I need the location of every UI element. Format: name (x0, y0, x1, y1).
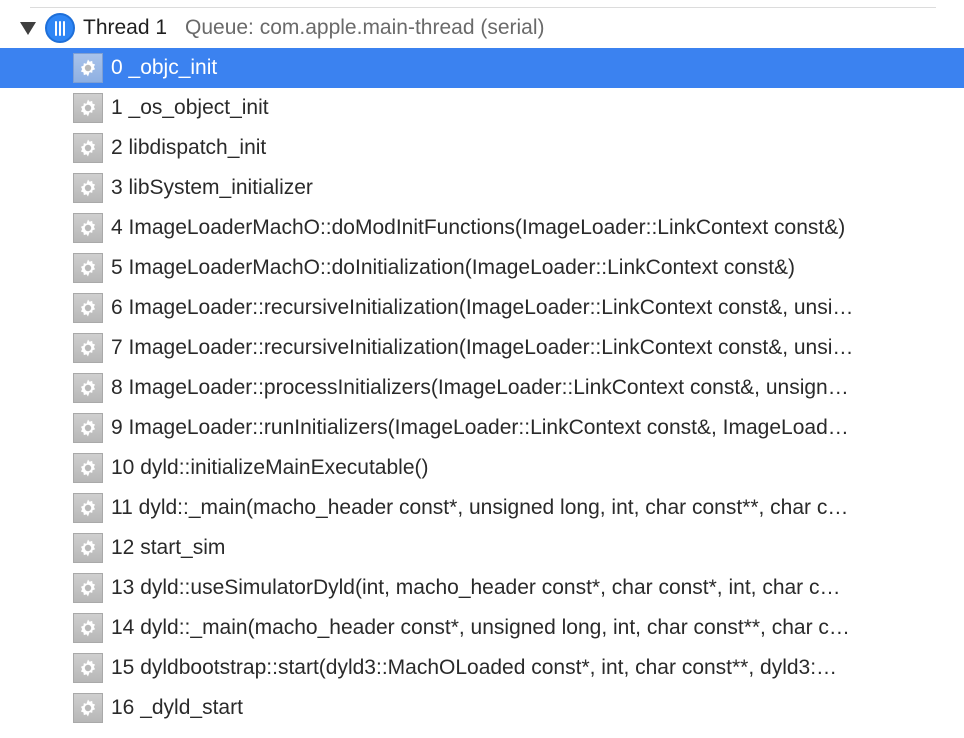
gear-icon (73, 613, 103, 643)
stack-frame-label: 6 ImageLoader::recursiveInitialization(I… (111, 296, 854, 319)
gear-icon (73, 373, 103, 403)
stack-frame-row[interactable]: 10 dyld::initializeMainExecutable() (0, 448, 964, 488)
gear-icon (73, 93, 103, 123)
stack-frame-row[interactable]: 0 _objc_init (0, 48, 964, 88)
stack-frame-label: 12 start_sim (111, 536, 226, 559)
stack-frame-label: 2 libdispatch_init (111, 136, 267, 159)
stack-frame-label: 7 ImageLoader::recursiveInitialization(I… (111, 336, 854, 359)
stack-frame-row[interactable]: 16 _dyld_start (0, 688, 964, 728)
gear-icon (73, 493, 103, 523)
stack-frame-label: 1 _os_object_init (111, 96, 269, 119)
stack-frame-row[interactable]: 13 dyld::useSimulatorDyld(int, macho_hea… (0, 568, 964, 608)
stack-frame-label: 3 libSystem_initializer (111, 176, 313, 199)
stack-frame-label: 4 ImageLoaderMachO::doModInitFunctions(I… (111, 216, 846, 239)
stack-frame-row[interactable]: 15 dyldbootstrap::start(dyld3::MachOLoad… (0, 648, 964, 688)
stack-frame-label: 0 _objc_init (111, 56, 218, 79)
thread-row[interactable]: Thread 1 Queue: com.apple.main-thread (s… (0, 9, 964, 47)
stack-frame-row[interactable]: 3 libSystem_initializer (0, 168, 964, 208)
gear-icon (73, 53, 103, 83)
gear-icon (73, 333, 103, 363)
stack-frame-label: 15 dyldbootstrap::start(dyld3::MachOLoad… (111, 656, 838, 679)
stack-frame-row[interactable]: 8 ImageLoader::processInitializers(Image… (0, 368, 964, 408)
gear-icon (73, 453, 103, 483)
gear-icon (73, 413, 103, 443)
thread-title: Thread 1 (83, 16, 168, 39)
thread-icon (45, 13, 75, 43)
stack-frame-row[interactable]: 11 dyld::_main(macho_header const*, unsi… (0, 488, 964, 528)
stack-frame-row[interactable]: 9 ImageLoader::runInitializers(ImageLoad… (0, 408, 964, 448)
stack-frame-row[interactable]: 7 ImageLoader::recursiveInitialization(I… (0, 328, 964, 368)
stack-frame-label: 8 ImageLoader::processInitializers(Image… (111, 376, 849, 399)
gear-icon (73, 533, 103, 563)
stack-frame-label: 14 dyld::_main(macho_header const*, unsi… (111, 616, 850, 639)
stack-frame-label: 9 ImageLoader::runInitializers(ImageLoad… (111, 416, 849, 439)
stack-frame-row[interactable]: 4 ImageLoaderMachO::doModInitFunctions(I… (0, 208, 964, 248)
disclosure-triangle-icon[interactable] (20, 22, 36, 35)
gear-icon (73, 573, 103, 603)
debug-navigator: Thread 1 Queue: com.apple.main-thread (s… (0, 0, 964, 738)
stack-frame-label: 10 dyld::initializeMainExecutable() (111, 456, 429, 479)
gear-icon (73, 133, 103, 163)
stack-frame-list: 0 _objc_init 1 _os_object_init 2 libdispat… (0, 48, 964, 728)
stack-frame-row[interactable]: 2 libdispatch_init (0, 128, 964, 168)
divider (30, 7, 936, 8)
stack-frame-label: 11 dyld::_main(macho_header const*, unsi… (111, 496, 849, 519)
stack-frame-row[interactable]: 1 _os_object_init (0, 88, 964, 128)
stack-frame-label: 16 _dyld_start (111, 696, 243, 719)
gear-icon (73, 253, 103, 283)
thread-queue: Queue: com.apple.main-thread (serial) (185, 16, 545, 39)
gear-icon (73, 293, 103, 323)
gear-icon (73, 173, 103, 203)
gear-icon (73, 213, 103, 243)
stack-frame-label: 5 ImageLoaderMachO::doInitialization(Ima… (111, 256, 796, 279)
stack-frame-label: 13 dyld::useSimulatorDyld(int, macho_hea… (111, 576, 841, 599)
gear-icon (73, 653, 103, 683)
gear-icon (73, 693, 103, 723)
stack-frame-row[interactable]: 5 ImageLoaderMachO::doInitialization(Ima… (0, 248, 964, 288)
stack-frame-row[interactable]: 6 ImageLoader::recursiveInitialization(I… (0, 288, 964, 328)
stack-frame-row[interactable]: 12 start_sim (0, 528, 964, 568)
stack-frame-row[interactable]: 14 dyld::_main(macho_header const*, unsi… (0, 608, 964, 648)
